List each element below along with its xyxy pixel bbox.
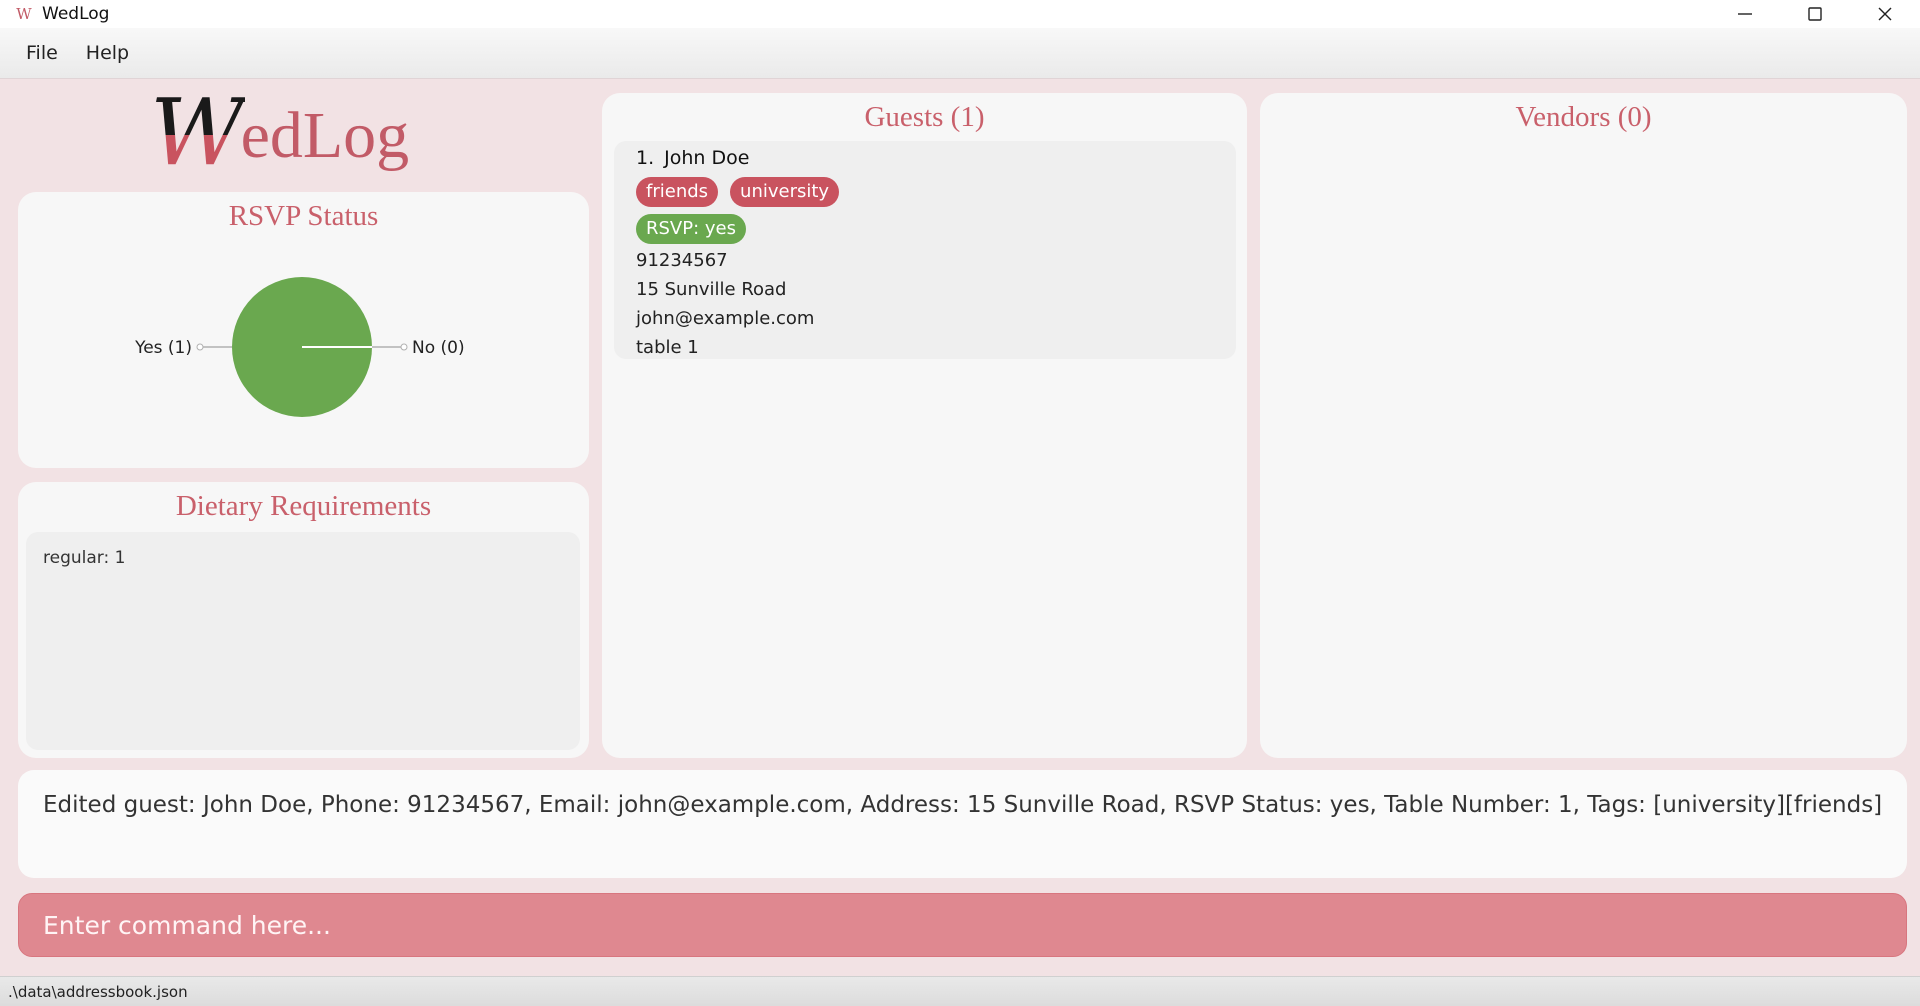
window-title: WedLog (42, 4, 110, 24)
result-message: Edited guest: John Doe, Phone: 91234567,… (43, 792, 1883, 818)
save-file-path: .\data\addressbook.json (8, 983, 188, 1001)
dietary-item: regular: 1 (43, 548, 126, 568)
close-button[interactable] (1850, 0, 1920, 28)
guest-table: table 1 (636, 337, 699, 358)
tag-friends: friends (636, 177, 719, 207)
close-icon (1878, 7, 1892, 21)
guest-tags: friends university (636, 177, 840, 207)
guests-title: Guests (1) (864, 101, 985, 133)
maximize-icon (1808, 7, 1822, 21)
logo-text: edLog (240, 99, 410, 172)
menu-file[interactable]: File (12, 42, 72, 64)
window-controls (1710, 0, 1920, 28)
pie-leader-dot-0 (196, 343, 204, 351)
pie-leader-dot-1 (400, 343, 408, 351)
guest-card[interactable]: 1. John Doe friends university RSVP: yes … (614, 141, 1236, 359)
minimize-button[interactable] (1710, 0, 1780, 28)
dietary-requirements-title: Dietary Requirements (175, 490, 432, 522)
minimize-icon (1738, 13, 1752, 15)
guest-index: 1. (636, 147, 655, 169)
rsvp-pie-chart: Yes (1) No (0) (134, 277, 465, 417)
guest-name: John Doe (664, 147, 750, 169)
dietary-requirements-panel: Dietary Requirements regular: 1 (18, 482, 589, 758)
command-input[interactable] (19, 894, 1906, 956)
menu-help[interactable]: Help (72, 42, 143, 64)
guest-address: 15 Sunville Road (636, 279, 787, 300)
wedlog-logo: W edLog (150, 79, 460, 186)
menu-bar: File Help (0, 28, 1920, 79)
wedlog-app-icon: W (16, 5, 32, 23)
pie-label-1: No (0) (412, 338, 465, 358)
result-display: Edited guest: John Doe, Phone: 91234567,… (18, 770, 1907, 878)
guest-name-row: 1. John Doe (636, 147, 749, 169)
tag-university: university (730, 177, 840, 207)
vendors-title: Vendors (0) (1515, 101, 1652, 133)
vendors-panel: Vendors (0) (1260, 93, 1907, 758)
guests-panel: Guests (1) 1. John Doe friends university… (602, 93, 1247, 758)
guest-phone: 91234567 (636, 250, 728, 271)
pie-label-0: Yes (1) (134, 338, 192, 358)
rsvp-status-panel: RSVP Status Yes (1) No (0) (18, 192, 589, 468)
logo-initial: W (150, 79, 245, 186)
rsvp-badge: RSVP: yes (636, 214, 746, 244)
status-bar: .\data\addressbook.json (0, 976, 1920, 1006)
maximize-button[interactable] (1780, 0, 1850, 28)
command-box (18, 893, 1907, 957)
dietary-list: regular: 1 (26, 532, 580, 750)
guest-email: john@example.com (636, 308, 815, 329)
title-bar: W WedLog (0, 0, 1920, 28)
